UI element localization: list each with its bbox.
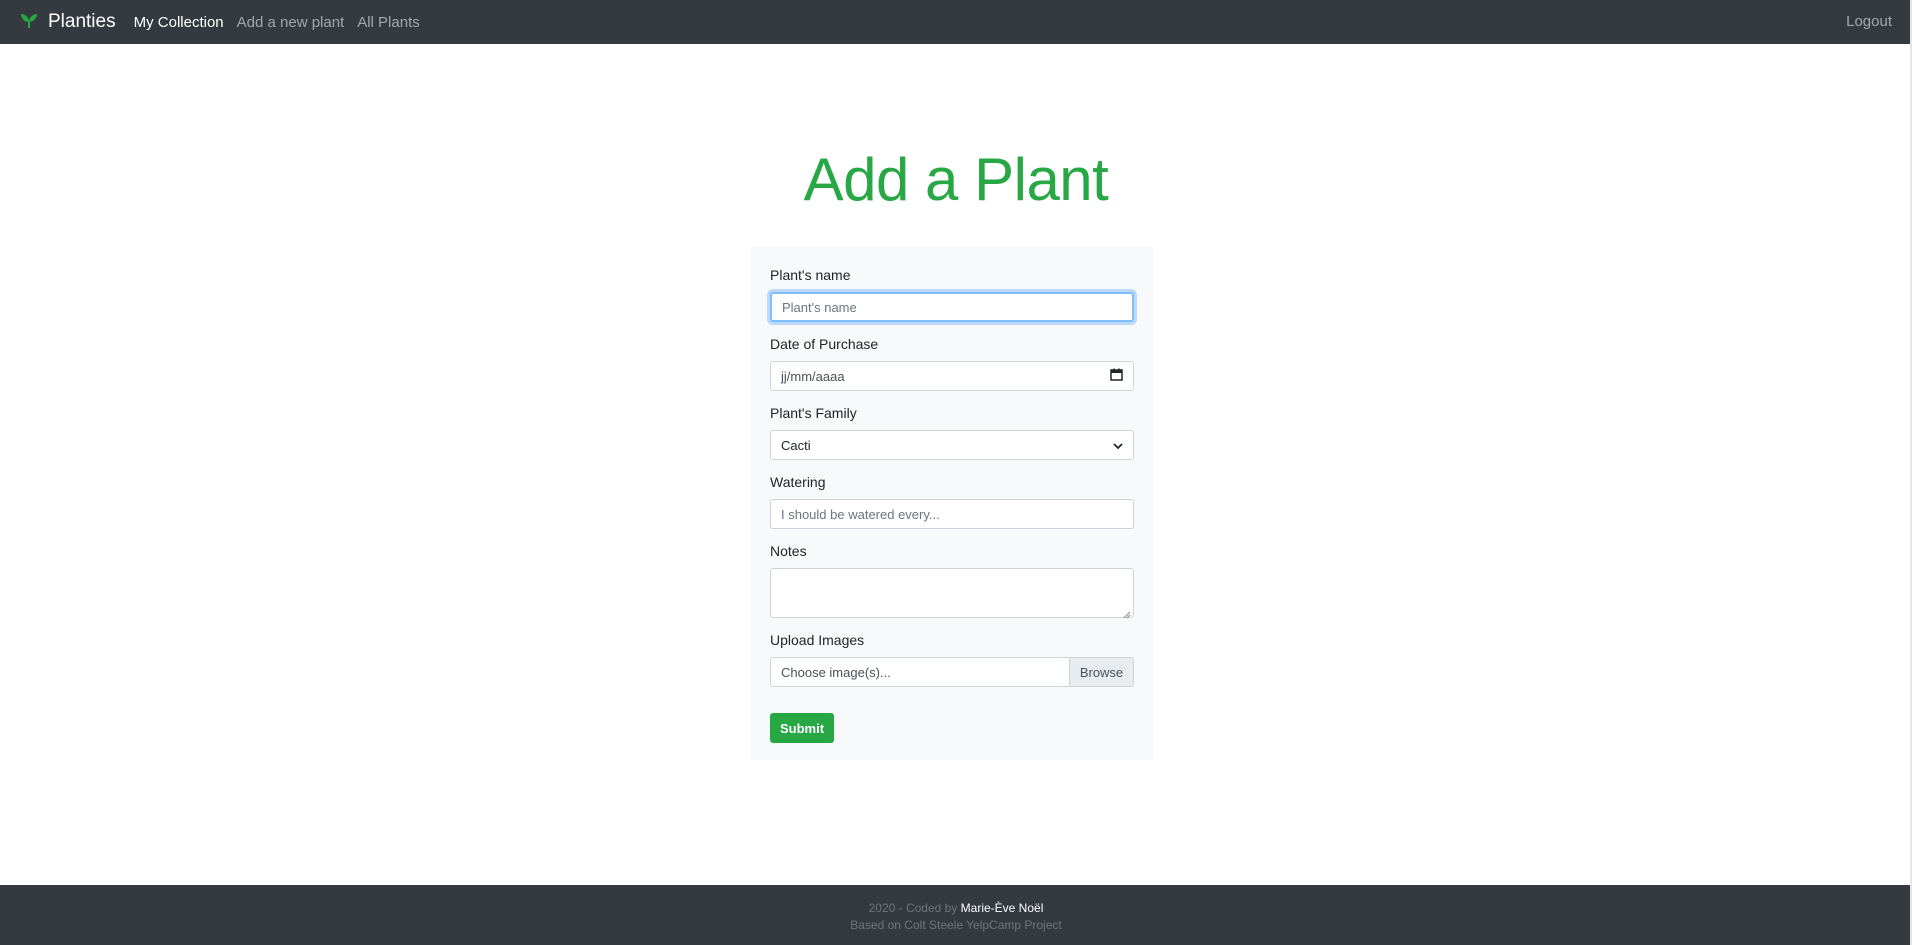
notes-textarea[interactable] bbox=[770, 568, 1134, 619]
brand-name: Planties bbox=[48, 11, 116, 32]
notes-label: Notes bbox=[770, 543, 807, 559]
chevron-down-icon bbox=[1113, 438, 1123, 453]
calendar-icon[interactable] bbox=[1110, 368, 1123, 384]
navbar: Planties My Collection Add a new plant A… bbox=[0, 0, 1912, 44]
image-upload-input[interactable]: Choose image(s)... Browse bbox=[770, 657, 1134, 687]
family-label: Plant's Family bbox=[770, 405, 857, 421]
footer-credit-line: 2020 - Coded by Marie-Ève Noël bbox=[0, 900, 1912, 917]
watering-group: Watering I should be watered every... bbox=[770, 474, 1134, 529]
notes-group: Notes bbox=[770, 543, 1134, 619]
upload-placeholder: Choose image(s)... bbox=[781, 664, 891, 680]
resize-handle-icon[interactable] bbox=[1123, 607, 1131, 619]
family-selected: Cacti bbox=[781, 437, 811, 453]
nav-link-my-collection[interactable]: My Collection bbox=[134, 14, 224, 31]
footer-based-on: Based on Colt Steele YelpCamp Project bbox=[850, 918, 1062, 932]
footer-author: Marie-Ève Noël bbox=[960, 901, 1044, 915]
plant-family-select[interactable]: Cacti bbox=[770, 430, 1134, 460]
footer: 2020 - Coded by Marie-Ève Noël Based on … bbox=[0, 885, 1912, 945]
watering-input[interactable]: I should be watered every... bbox=[770, 499, 1134, 529]
submit-button[interactable]: Submit bbox=[770, 713, 834, 743]
logout-link[interactable]: Logout bbox=[1846, 13, 1892, 30]
nav-right: Logout bbox=[1846, 13, 1892, 31]
add-plant-form: Plant's name Plant's name Date of Purcha… bbox=[750, 247, 1154, 760]
date-placeholder: jj/mm/aaaa bbox=[781, 368, 845, 384]
date-label: Date of Purchase bbox=[770, 336, 879, 352]
name-label: Plant's name bbox=[770, 267, 851, 283]
browse-button[interactable]: Browse bbox=[1069, 658, 1133, 686]
family-group: Plant's Family Cacti bbox=[770, 405, 1134, 460]
plant-name-placeholder: Plant's name bbox=[782, 299, 857, 315]
name-group: Plant's name Plant's name bbox=[770, 267, 1134, 322]
watering-label: Watering bbox=[770, 474, 826, 490]
watering-placeholder: I should be watered every... bbox=[781, 506, 940, 522]
nav-link-all-plants[interactable]: All Plants bbox=[357, 14, 420, 31]
nav-link-add-plant[interactable]: Add a new plant bbox=[237, 14, 345, 31]
brand[interactable]: Planties bbox=[20, 11, 116, 33]
sprout-icon bbox=[20, 12, 38, 33]
purchase-date-input[interactable]: jj/mm/aaaa bbox=[770, 361, 1134, 391]
footer-prefix: 2020 - Coded by bbox=[868, 901, 961, 915]
upload-label: Upload Images bbox=[770, 632, 865, 648]
plant-name-input[interactable]: Plant's name bbox=[770, 292, 1134, 322]
page-title: Add a Plant bbox=[803, 146, 1109, 213]
date-group: Date of Purchase jj/mm/aaaa bbox=[770, 336, 1134, 391]
upload-group: Upload Images Choose image(s)... Browse bbox=[770, 632, 1134, 687]
